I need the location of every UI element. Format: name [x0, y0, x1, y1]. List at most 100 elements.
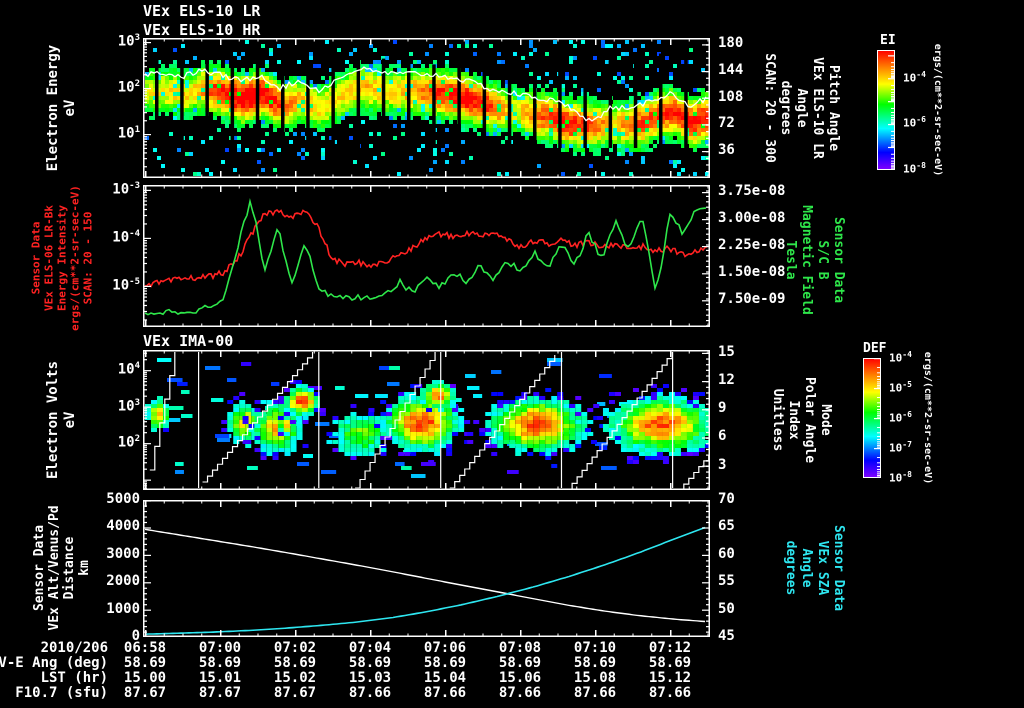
ima-spectrogram-canvas [143, 350, 710, 490]
polar-angle-axis-label: Mode Polar Angle Index Unitless [769, 377, 833, 463]
axis-tick-label: 6 [718, 428, 727, 445]
pitch-angle-axis-label: Pitch Angle VEx ELS-10 LR Angle degrees SCAN… [761, 53, 841, 163]
ephemeris-value: 87.67 [273, 685, 317, 701]
axis-tick-label: 101 [117, 124, 140, 142]
axis-label-line: Angle [799, 548, 814, 588]
axis-label-line: ergs/(cm**2-sr-sec-eV) [68, 185, 82, 331]
axis-tick-label: 3.00e-08 [718, 210, 786, 227]
time-tick-label: 06:58 [123, 640, 167, 656]
sza-axis-label: Sensor Data VEx SZA Angle degrees [782, 525, 846, 611]
axis-label-line: Unitless [770, 388, 785, 452]
ephemeris-value: 15.02 [273, 670, 317, 686]
axis-tick-label: 2000 [106, 573, 140, 590]
axis-tick-label: 3 [718, 456, 727, 473]
axis-tick-label: 45 [718, 628, 735, 645]
els-spectrogram-canvas [143, 38, 710, 178]
axis-tick-label: 55 [718, 573, 735, 590]
axis-tick-label: 50 [718, 600, 735, 617]
axis-label-line: Pitch Angle [826, 64, 841, 152]
time-tick-label: 07:12 [648, 640, 692, 656]
axis-tick-label: 180 [718, 35, 744, 52]
altitude-sza-canvas [143, 500, 710, 637]
axis-tick-label: 7.50e-09 [718, 291, 786, 308]
time-tick-label: 07:06 [423, 640, 467, 656]
axis-tick-label: 10-8 [889, 469, 912, 485]
altitude-y-axis-label: Sensor Data VEx Alt/Venus/Pd Distance km [32, 505, 92, 630]
axis-tick-label: 10-4 [889, 349, 912, 365]
axis-tick-label: 10-4 [903, 69, 926, 85]
axis-tick-label: 5000 [106, 491, 140, 508]
time-tick-label: 07:02 [273, 640, 317, 656]
axis-label-line: Sensor Data [32, 524, 47, 612]
time-tick-label: 07:00 [198, 640, 242, 656]
axis-tick-label: 10-5 [889, 379, 912, 395]
axis-tick-label: 10-3 [112, 180, 140, 198]
axis-tick-label: 72 [718, 115, 735, 132]
axis-label-line: Mode [818, 404, 833, 436]
els-y-axis-label: Electron Energy eV [45, 45, 79, 171]
def-colorbar [863, 358, 881, 478]
ei-colorbar-title: EI [880, 33, 896, 48]
ephemeris-value: 58.69 [423, 655, 467, 671]
axis-label-line: Sensor Data [831, 216, 846, 304]
axis-label-line: VEx SZA [815, 540, 830, 596]
axis-label-line: Distance [62, 536, 77, 600]
axis-tick-label: 102 [117, 433, 140, 451]
axis-tick-label: 103 [117, 397, 140, 415]
els-title-hr: VEx ELS-10 HR [143, 21, 261, 39]
axis-tick-label: 10-5 [112, 276, 140, 294]
ephemeris-value: 58.69 [498, 655, 542, 671]
axis-label-line: SCAN: 20 - 300 [762, 53, 777, 163]
ei-colorbar [877, 50, 895, 170]
ephemeris-value: 15.03 [348, 670, 392, 686]
axis-label-line: eV [62, 99, 78, 117]
ephemeris-value: 87.67 [123, 685, 167, 701]
ephemeris-value: 87.66 [423, 685, 467, 701]
axis-tick-label: 10-6 [903, 115, 926, 131]
ephemeris-value: 15.04 [423, 670, 467, 686]
def-colorbar-title: DEF [863, 341, 887, 356]
time-tick-label: 07:04 [348, 640, 392, 656]
ephemeris-value: 58.69 [273, 655, 317, 671]
axis-tick-label: 10-4 [112, 228, 140, 246]
ephemeris-row-label: V-E Ang (deg) [0, 655, 108, 671]
ephemeris-row-label: F10.7 (sfu) [15, 685, 108, 701]
axis-tick-label: 3000 [106, 545, 140, 562]
axis-label-line: VEx Alt/Venus/Pd [47, 505, 62, 631]
ephemeris-value: 58.69 [198, 655, 242, 671]
axis-label-line: eV [62, 411, 78, 429]
intensity-bfield-canvas [143, 185, 710, 327]
ephemeris-value: 15.08 [573, 670, 617, 686]
axis-tick-label: 3.75e-08 [718, 183, 786, 200]
ephemeris-value: 87.66 [648, 685, 692, 701]
axis-tick-label: 104 [117, 360, 140, 378]
axis-tick-label: 65 [718, 518, 735, 535]
els-title-lr: VEx ELS-10 LR [143, 2, 261, 20]
time-tick-label: 07:08 [498, 640, 542, 656]
axis-label-line: Electron Energy [45, 44, 61, 172]
bfield-axis-label: Sensor Data S/C B Magnetic Field Tesla [782, 205, 846, 315]
axis-label-line: SCAN: 20 - 150 [81, 211, 95, 305]
ephemeris-value: 58.69 [123, 655, 167, 671]
date-label: 2010/206 [40, 640, 108, 656]
ephemeris-value: 87.67 [198, 685, 242, 701]
ephemeris-value: 87.66 [348, 685, 392, 701]
ei-colorbar-unit-label: ergs/(cm**2-sr-sec-eV) [932, 43, 943, 177]
time-tick-label: 07:10 [573, 640, 617, 656]
ephemeris-value: 87.66 [573, 685, 617, 701]
axis-tick-label: 2.25e-08 [718, 237, 786, 254]
axis-label-line: Index [786, 400, 801, 440]
axis-label-line: S/C B [815, 240, 830, 280]
def-colorbar-unit-label: ergs/(cm**2-sr-sec-eV) [922, 351, 933, 485]
ephemeris-value: 58.69 [573, 655, 617, 671]
ephemeris-value: 15.00 [123, 670, 167, 686]
axis-tick-label: 1.50e-08 [718, 264, 786, 281]
axis-label-line: Sensor Data [831, 524, 846, 612]
axis-tick-label: 144 [718, 62, 744, 79]
axis-label-line: Energy Intensity [55, 205, 69, 311]
axis-tick-label: 108 [718, 88, 744, 105]
axis-label-line: Magnetic Field [799, 205, 814, 315]
ima-y-axis-label: Electron Volts eV [45, 361, 79, 479]
plot-stack-root: VEx ELS-10 LR VEx ELS-10 HR VEx IMA-00 E… [0, 0, 1024, 708]
ephemeris-value: 87.66 [498, 685, 542, 701]
